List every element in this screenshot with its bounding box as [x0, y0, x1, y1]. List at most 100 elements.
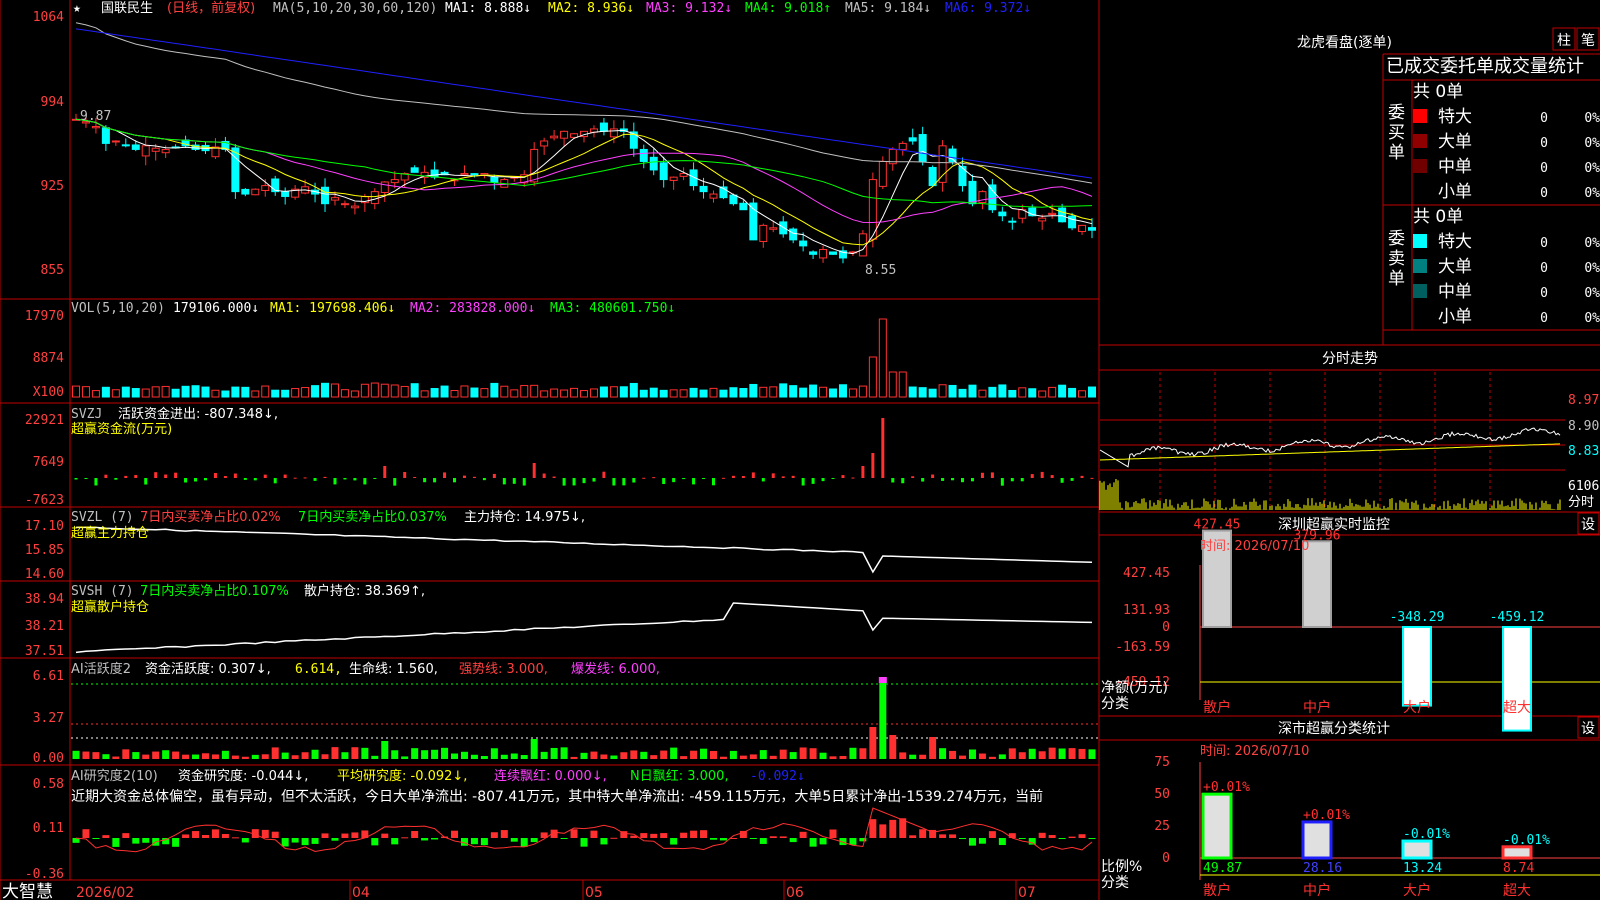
- volume-bar: [988, 386, 997, 398]
- classify-settings-label[interactable]: 设: [1581, 721, 1595, 737]
- svg-text:MA2: 283828.000↓: MA2: 283828.000↓: [410, 301, 535, 316]
- activity-bar: [311, 749, 319, 759]
- activity-bar: [301, 752, 309, 759]
- candle-body: [550, 135, 559, 139]
- activity-bar: [371, 755, 379, 759]
- research-bar: [998, 838, 1006, 846]
- research-bar: [690, 830, 698, 838]
- candle-body: [709, 193, 718, 199]
- activity-bar: [959, 755, 967, 759]
- svzj-bar: [861, 466, 865, 478]
- research-bar: [391, 838, 399, 845]
- research-bar: [421, 838, 429, 841]
- sell-row-percent: 0%: [1584, 261, 1600, 276]
- svzj-bar: [592, 478, 596, 482]
- buy-row-name: 大单: [1438, 132, 1472, 152]
- svzj-bar: [223, 476, 227, 478]
- activity-bar: [1058, 748, 1066, 759]
- svzj-bar: [273, 478, 277, 484]
- activity-bar: [670, 747, 678, 759]
- research-bar: [211, 829, 219, 838]
- activity-bar: [122, 749, 130, 759]
- svzj-bar: [522, 478, 526, 486]
- candle-body: [878, 160, 887, 187]
- svg-text:强势线: 3.000,: 强势线: 3.000,: [459, 661, 548, 677]
- svzj-bar: [851, 477, 855, 479]
- group-label-char: 委: [1388, 229, 1405, 249]
- tick-mode-label[interactable]: 笔: [1581, 33, 1595, 49]
- buy-row-percent: 0%: [1584, 136, 1600, 151]
- svzj-bar: [751, 472, 755, 478]
- activity-bar: [391, 750, 399, 759]
- bar-mode-label[interactable]: 柱: [1557, 33, 1571, 49]
- svzj-bar: [552, 476, 556, 478]
- svzj-bar: [951, 478, 955, 481]
- candle-body: [321, 186, 330, 205]
- research-bar: [520, 838, 528, 847]
- svzj-bar: [1020, 478, 1024, 482]
- volume-bar: [410, 383, 419, 398]
- activity-bar: [998, 754, 1006, 759]
- svg-text:MA4: 9.018↑: MA4: 9.018↑: [745, 1, 831, 16]
- stock-name[interactable]: 国联民生: [101, 1, 153, 16]
- research-bar: [182, 834, 190, 838]
- svg-text:X100: X100: [33, 385, 64, 400]
- volume-bar: [868, 356, 877, 398]
- svzj-bar: [433, 478, 437, 483]
- svg-text:MA2: 8.936↓: MA2: 8.936↓: [548, 1, 634, 16]
- svzj-bar: [373, 478, 377, 479]
- activity-bar: [590, 751, 598, 759]
- svg-text:6.614,: 6.614,: [295, 662, 342, 677]
- research-bar: [112, 838, 120, 847]
- sell-row-percent: 0%: [1584, 311, 1600, 326]
- svzj-bar: [1060, 478, 1064, 483]
- svzj-bar: [612, 478, 616, 486]
- volume-bar: [141, 388, 150, 398]
- svzj-bar: [801, 478, 805, 486]
- svsh-header: SVSH (7) 7日内买卖净占比0.107% 散户持仓: 38.369↑, 超…: [71, 583, 425, 615]
- activity-bar: [879, 677, 887, 759]
- activity-bar: [241, 756, 249, 759]
- svg-text:07: 07: [1018, 885, 1036, 900]
- candle-body: [958, 165, 967, 187]
- svzj-bar: [602, 471, 606, 478]
- activity-bar: [520, 755, 528, 759]
- candle-body: [938, 145, 947, 183]
- volume-bar: [739, 388, 748, 398]
- volume-bar: [350, 390, 359, 398]
- activity-bar: [500, 754, 508, 759]
- volume-bar: [520, 385, 529, 398]
- volume-bar: [639, 389, 648, 398]
- buy-swatch: [1413, 159, 1427, 173]
- chart-canvas[interactable]: 427.45散户379.96中户-348.29大户-459.12超大 +0.01…: [0, 0, 1600, 900]
- activity-bar: [630, 750, 638, 759]
- volume-bar: [261, 385, 270, 398]
- candle-body: [390, 179, 399, 184]
- volume-bar: [1078, 390, 1087, 398]
- svg-text:资金研究度: -0.044↓,: 资金研究度: -0.044↓,: [178, 768, 308, 784]
- svg-text:17970: 17970: [25, 309, 64, 324]
- svzj-bar: [303, 477, 307, 479]
- candle-body: [1068, 215, 1077, 229]
- activity-bar: [480, 755, 488, 759]
- volume-bar: [1088, 386, 1096, 398]
- activity-bar: [460, 751, 468, 759]
- vol-axis: 17970 8874 X100: [25, 309, 64, 400]
- activity-bar: [839, 755, 847, 759]
- activity-bar: [411, 748, 419, 759]
- research-bar: [451, 830, 459, 838]
- svg-text:0.58: 0.58: [33, 777, 64, 792]
- svzj-bar: [1070, 478, 1074, 481]
- monitor-settings-label[interactable]: 设: [1581, 517, 1595, 533]
- candle-body: [1088, 227, 1096, 231]
- volume-bar: [171, 388, 180, 398]
- volume-bar: [1018, 387, 1027, 398]
- svzj-bar: [961, 478, 965, 483]
- svzj-bar: [512, 478, 516, 484]
- svg-text:(日线，前复权): (日线，前复权): [167, 0, 255, 16]
- svg-text:22921: 22921: [25, 413, 64, 428]
- activity-bar: [978, 753, 986, 759]
- research-bar: [500, 830, 508, 838]
- research-bar: [201, 834, 209, 838]
- buy-row-percent: 0%: [1584, 111, 1600, 126]
